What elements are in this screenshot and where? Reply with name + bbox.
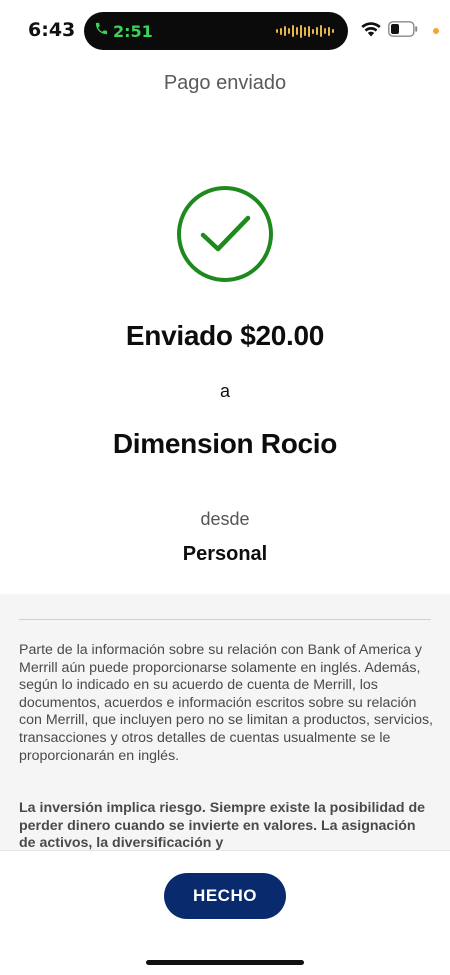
page-title: Pago enviado (163, 72, 287, 94)
disclaimer-text: Parte de la información sobre su relació… (19, 642, 433, 764)
done-button[interactable]: HECHO (164, 873, 286, 919)
divider (19, 619, 431, 620)
call-duration: 2:51 (113, 21, 153, 41)
privacy-indicator-dot (433, 28, 439, 34)
from-label: desde (200, 509, 250, 529)
status-time: 6:43 (28, 19, 76, 41)
footer-bar: HECHO (0, 850, 450, 975)
disclaimer-scroll-area[interactable]: Parte de la información sobre su relació… (0, 594, 450, 850)
recipient-name: Dimension Rocio (112, 428, 338, 459)
source-account: Personal (182, 543, 268, 565)
sent-amount: Enviado $20.00 (125, 320, 325, 351)
audio-wave-icon (276, 24, 334, 38)
check-circle-icon (177, 186, 273, 282)
dynamic-island[interactable]: 2:51 (84, 12, 348, 50)
status-bar: 6:43 2:51 (0, 0, 450, 62)
phone-icon (94, 21, 109, 41)
battery-icon (388, 21, 418, 37)
wifi-icon (361, 22, 381, 37)
active-call-indicator[interactable]: 2:51 (94, 21, 153, 41)
to-label: a (219, 381, 230, 401)
home-indicator[interactable] (146, 960, 304, 965)
risk-disclaimer-text: La inversión implica riesgo. Siempre exi… (19, 800, 426, 850)
